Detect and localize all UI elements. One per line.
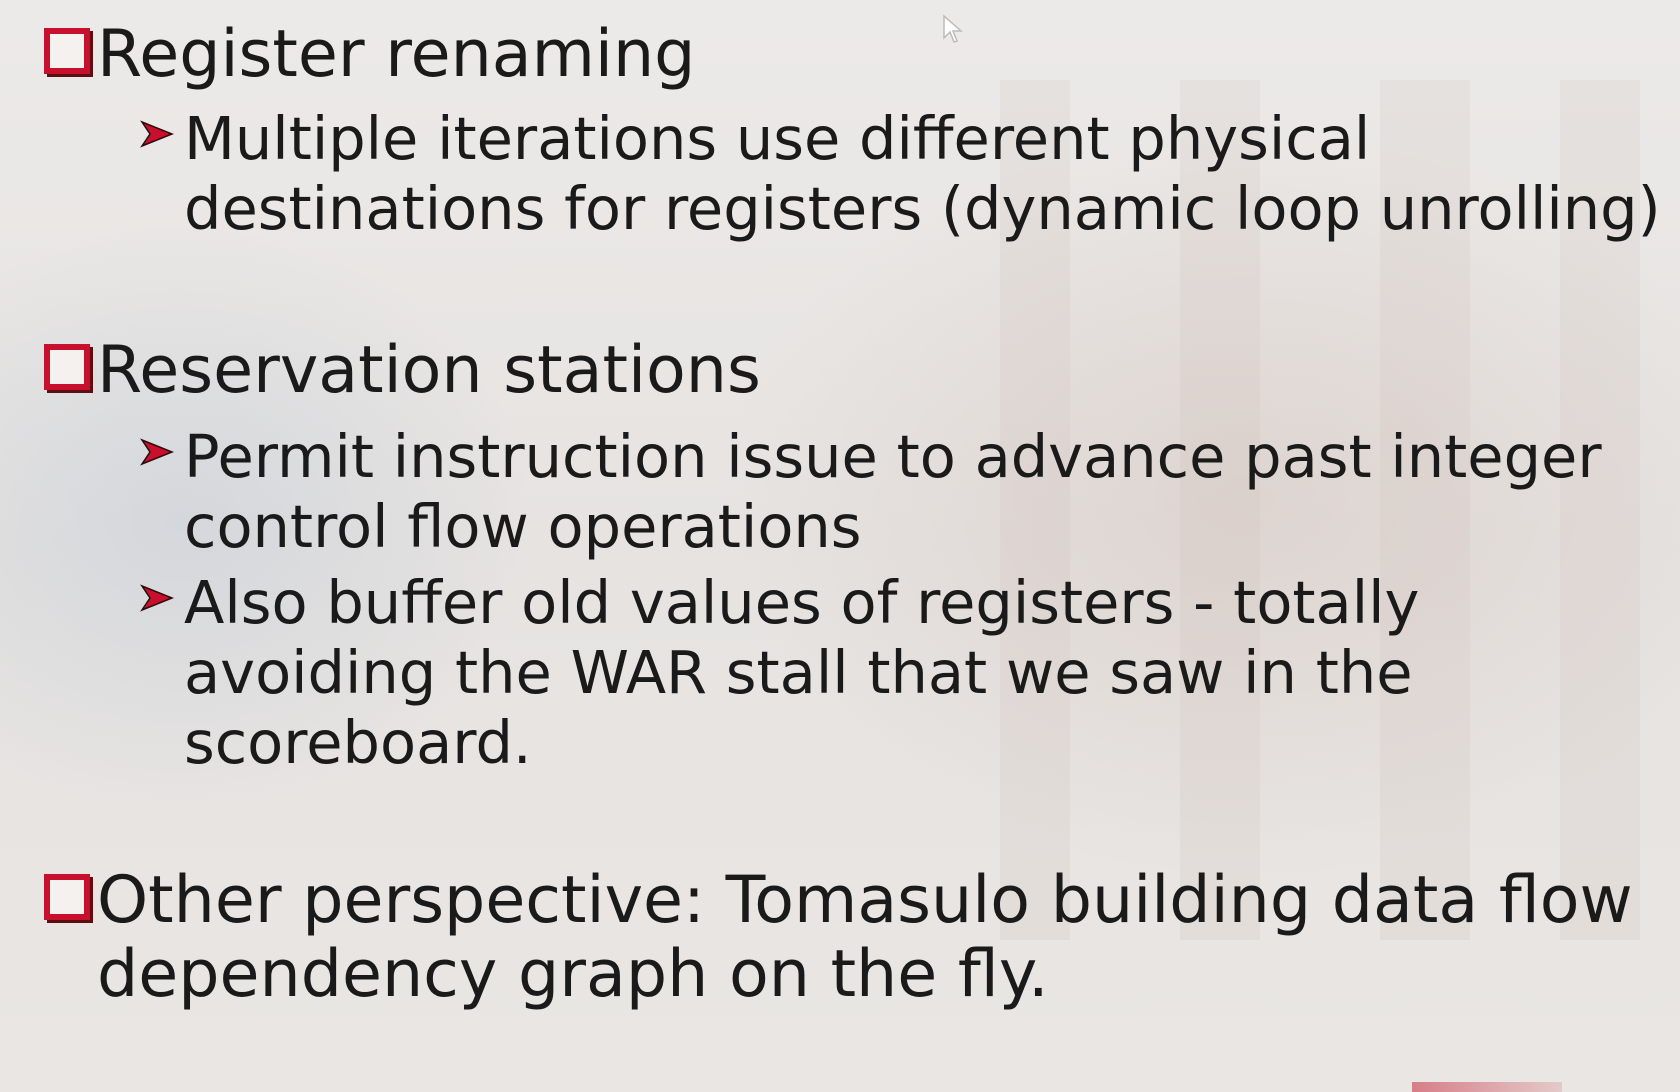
checkbox-square-icon	[44, 344, 90, 390]
sub-bullet-text: Permit instruction issue to advance past…	[184, 422, 1602, 561]
bullet-other-perspective: Other perspective: Tomasulo building dat…	[44, 864, 1657, 1012]
checkbox-square-icon	[44, 874, 90, 920]
corner-logo	[1412, 1082, 1562, 1092]
arrowhead-bullet-icon	[140, 584, 175, 612]
arrowhead-bullet-icon	[140, 120, 175, 148]
bullet-text: Other perspective: Tomasulo building dat…	[97, 863, 1633, 1012]
sub-bullet-multiple-iterations: Multiple iterations use different physic…	[138, 104, 1661, 244]
mouse-cursor-icon	[943, 14, 963, 43]
checkbox-square-icon	[44, 28, 90, 74]
sub-bullet-text: Also buffer old values of registers - to…	[184, 568, 1420, 777]
bullet-text: Register renaming	[97, 17, 696, 92]
bullet-text: Reservation stations	[97, 333, 761, 408]
arrowhead-bullet-icon	[140, 438, 175, 466]
sub-bullet-buffer-values: Also buffer old values of registers - to…	[138, 568, 1419, 778]
sub-bullet-text: Multiple iterations use different physic…	[184, 104, 1661, 243]
sub-bullet-permit-issue: Permit instruction issue to advance past…	[138, 422, 1602, 562]
bullet-register-renaming: Register renaming	[44, 18, 695, 92]
bullet-reservation-stations: Reservation stations	[44, 334, 761, 408]
